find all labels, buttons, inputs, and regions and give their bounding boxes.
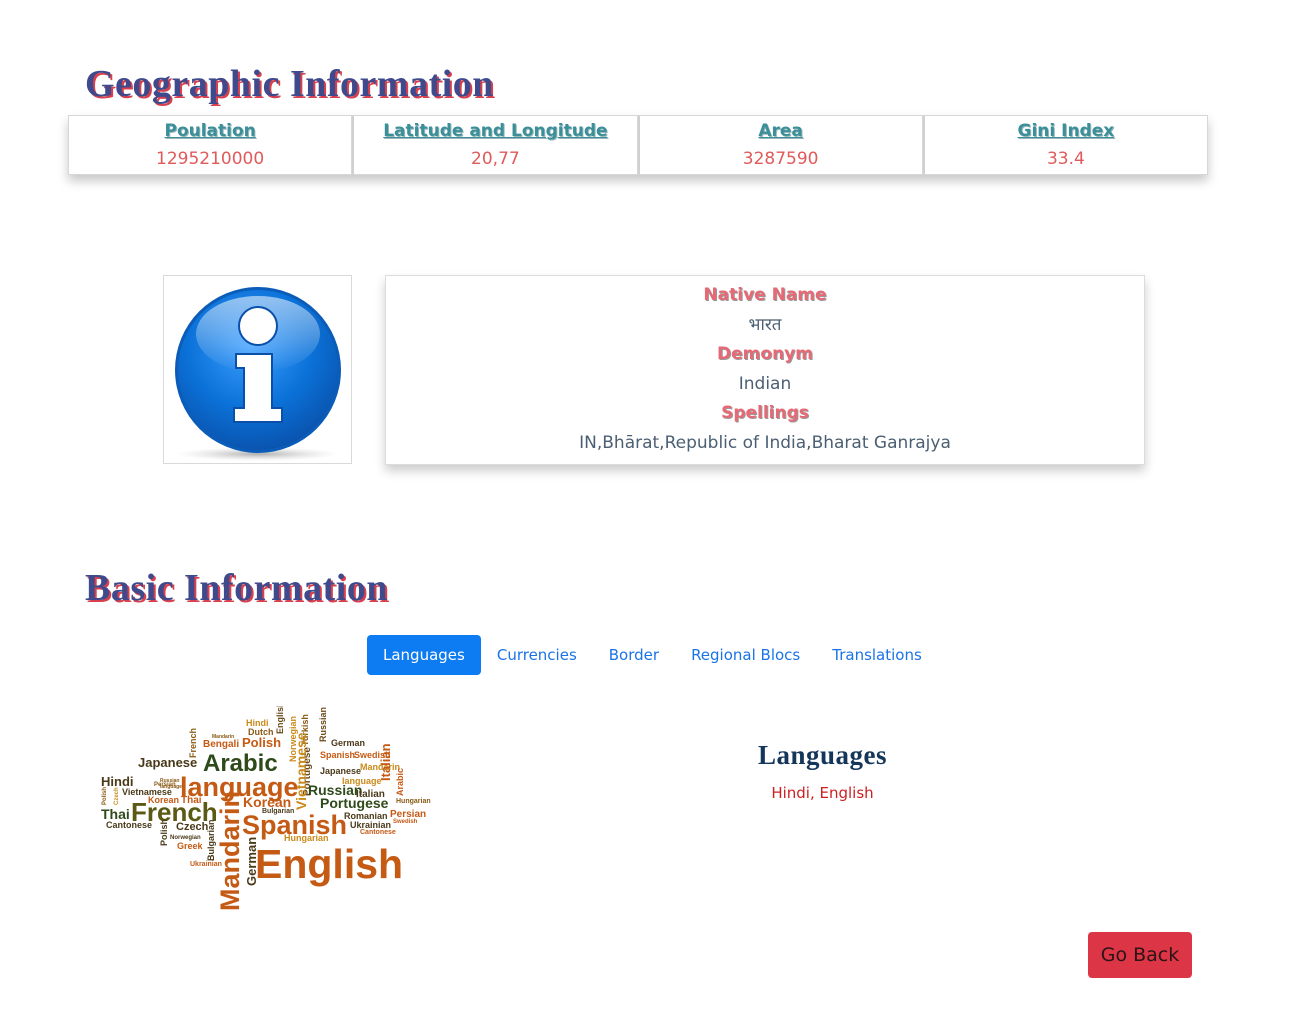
svg-text:Greek: Greek [177,841,204,851]
svg-text:Spanish: Spanish [320,750,355,760]
languages-value: Hindi, English [771,784,874,802]
svg-text:Hungarian: Hungarian [396,798,431,805]
svg-text:Portugese: Portugese [320,795,389,811]
svg-text:Arabic: Arabic [395,768,405,796]
svg-text:Japanese: Japanese [138,755,197,770]
svg-text:English: English [275,706,285,734]
stat-label-latlng[interactable]: Latitude and Longitude [354,120,636,142]
svg-text:Swedish: Swedish [393,819,418,825]
country-details-card: Native Name भारत Demonym Indian Spelling… [385,275,1145,465]
page: Geographic Information Poulation 1295210… [0,0,1297,1033]
stat-value-gini: 33.4 [1046,149,1085,169]
stat-label-population[interactable]: Poulation [69,120,351,142]
demonym-value: Indian [738,374,792,394]
svg-text:Polish: Polish [242,735,281,750]
tab-border[interactable]: Border [593,635,675,675]
languages-heading: Languages [757,740,888,770]
spellings-label: Spellings [721,403,809,423]
svg-text:Russian: Russian [318,707,328,742]
svg-text:Ukrainian: Ukrainian [190,861,222,868]
svg-text:Mandarin: Mandarin [215,791,245,911]
info-icon [175,287,341,461]
tab-regional-blocs[interactable]: Regional Blocs [675,635,816,675]
svg-text:Czech: Czech [176,821,209,833]
demonym-label: Demonym [717,344,813,364]
svg-text:Polish: Polish [159,819,169,846]
svg-text:Italian: Italian [378,743,393,781]
go-back-button[interactable]: Go Back [1088,932,1192,978]
stat-value-area: 3287590 [742,149,819,169]
native-name-label: Native Name [703,285,827,305]
svg-text:French: French [188,728,198,758]
stat-value-latlng: 20,77 [471,149,520,169]
tab-currencies[interactable]: Currencies [481,635,593,675]
geographic-info-title: Geographic Information [85,63,494,105]
svg-text:English: English [255,841,403,887]
svg-text:Polish: Polish [102,787,108,805]
tab-translations[interactable]: Translations [816,635,938,675]
stat-card-population: Poulation 1295210000 [68,115,353,175]
language-word-cloud-image: Hindi Dutch English Russian Bengali Poli… [101,706,431,911]
svg-text:Cantonese: Cantonese [106,820,152,830]
basic-info-tabs: Languages Currencies Border Regional Blo… [367,635,938,675]
svg-text:Czech: Czech [114,787,120,805]
geographic-stats-row: Poulation 1295210000 Latitude and Longit… [68,115,1208,175]
native-name-value: भारत [748,315,782,335]
svg-text:Bengali: Bengali [203,739,239,750]
spellings-value: IN,Bhārat,Republic of India,Bharat Ganra… [579,433,951,453]
stat-card-gini: Gini Index 33.4 [922,115,1208,175]
stat-label-gini[interactable]: Gini Index [925,120,1207,142]
stat-card-latlng: Latitude and Longitude 20,77 [352,115,638,175]
svg-text:German: German [331,738,365,748]
svg-text:Mandarin: Mandarin [212,734,234,740]
tab-languages[interactable]: Languages [367,635,481,675]
svg-text:Bulgarian: Bulgarian [206,819,216,861]
svg-text:Vietnamese: Vietnamese [293,732,309,810]
basic-info-title: Basic Information [85,567,388,609]
svg-text:Bulgarian: Bulgarian [262,808,294,815]
stat-value-population: 1295210000 [156,149,265,169]
stat-card-area: Area 3287590 [637,115,923,175]
info-image-box [163,275,352,464]
svg-text:Japanese: Japanese [320,766,361,776]
svg-text:Cantonese: Cantonese [360,829,396,836]
stat-label-area[interactable]: Area [640,120,922,142]
